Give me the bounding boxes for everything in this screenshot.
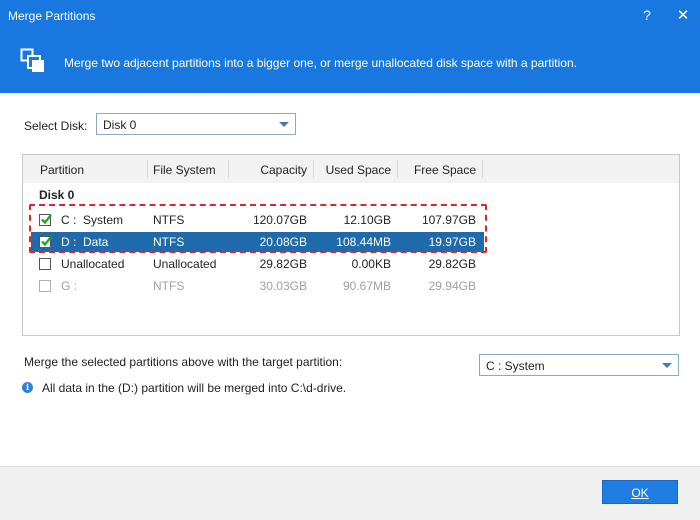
column-header-used-space[interactable]: Used Space [326, 163, 391, 177]
partition-capacity: 29.82GB [259, 257, 307, 271]
partition-name: Unallocated [61, 257, 125, 271]
merge-target-label: Merge the selected partitions above with… [24, 355, 343, 369]
partition-table: Partition File System Capacity Used Spac… [22, 154, 680, 336]
partition-name: D : Data [61, 235, 109, 249]
merge-partitions-icon [20, 48, 44, 72]
partition-name: G : [61, 279, 78, 293]
partition-used-space: 90.67MB [342, 279, 391, 293]
partition-file-system: Unallocated [153, 257, 217, 271]
partition-used-space: 0.00KB [351, 257, 391, 271]
partition-file-system: NTFS [153, 279, 185, 293]
partition-free-space: 29.94GB [428, 279, 476, 293]
partition-used-space: 108.44MB [336, 235, 391, 249]
select-disk-value: Disk 0 [103, 118, 137, 132]
dialog-footer: OK [0, 466, 700, 520]
row-checkbox[interactable] [39, 214, 52, 226]
banner-text: Merge two adjacent partitions into a big… [64, 56, 577, 70]
chevron-down-icon [662, 363, 672, 368]
table-row-g: G : NTFS 30.03GB 90.67MB 29.94GB [31, 276, 484, 296]
row-checkbox [39, 280, 51, 292]
target-partition-dropdown[interactable]: C : System [479, 354, 679, 376]
partition-free-space: 107.97GB [421, 213, 476, 227]
column-divider [147, 160, 148, 178]
select-disk-label: Select Disk: [24, 119, 88, 133]
close-icon[interactable]: ✕ [676, 6, 690, 24]
row-checkbox[interactable] [39, 258, 51, 270]
info-icon: i [22, 382, 33, 393]
partition-file-system: NTFS [153, 235, 185, 249]
column-header-partition[interactable]: Partition [40, 163, 84, 177]
column-divider [228, 160, 229, 178]
column-header-free-space[interactable]: Free Space [414, 163, 476, 177]
ok-button[interactable]: OK [602, 480, 678, 504]
chevron-down-icon [279, 122, 289, 127]
checkmark-icon [41, 236, 52, 247]
info-text: All data in the (D:) partition will be m… [42, 381, 347, 395]
column-header-capacity[interactable]: Capacity [260, 163, 307, 177]
description-banner: Merge two adjacent partitions into a big… [0, 33, 700, 93]
partition-capacity: 30.03GB [259, 279, 307, 293]
table-row-d-data[interactable]: D : Data NTFS 20.08GB 108.44MB 19.97GB [31, 232, 484, 252]
partition-name: C : System [61, 213, 124, 227]
partition-used-space: 12.10GB [343, 213, 391, 227]
table-row-unallocated[interactable]: Unallocated Unallocated 29.82GB 0.00KB 2… [31, 254, 484, 274]
row-checkbox[interactable] [39, 236, 52, 248]
partition-free-space: 19.97GB [428, 235, 476, 249]
select-disk-dropdown[interactable]: Disk 0 [96, 113, 296, 135]
column-divider [313, 160, 314, 178]
partition-file-system: NTFS [153, 213, 185, 227]
partition-capacity: 120.07GB [252, 213, 307, 227]
table-row-c-system[interactable]: C : System NTFS 120.07GB 12.10GB 107.97G… [31, 210, 484, 230]
partition-free-space: 29.82GB [428, 257, 476, 271]
disk-group-label: Disk 0 [39, 188, 75, 202]
column-header-file-system[interactable]: File System [153, 163, 216, 177]
target-partition-value: C : System [486, 359, 545, 373]
partition-capacity: 20.08GB [259, 235, 307, 249]
ok-button-label: OK [631, 486, 649, 500]
column-divider [397, 160, 398, 178]
column-divider [482, 160, 483, 178]
help-icon[interactable]: ? [640, 7, 654, 23]
table-header: Partition File System Capacity Used Spac… [23, 155, 679, 183]
title-bar: Merge Partitions ? ✕ [0, 0, 700, 33]
window-title: Merge Partitions [8, 9, 96, 23]
checkmark-icon [41, 214, 52, 225]
